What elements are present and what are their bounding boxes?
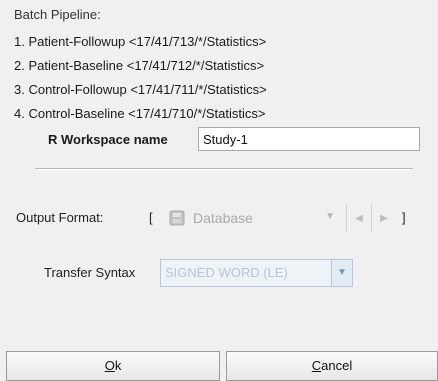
chevron-down-icon: ▼ (325, 211, 335, 222)
ok-mnemonic: O (104, 358, 115, 373)
ok-label-rest: k (114, 358, 122, 373)
transfer-syntax-select[interactable]: SIGNED WORD (LE) ▼ (160, 259, 353, 287)
pipeline-item: 1. Patient-Followup <17/41/713/*/Statist… (14, 34, 267, 49)
close-bracket: ] (402, 210, 406, 225)
chevron-down-icon[interactable]: ▼ (331, 260, 352, 286)
arrow-left-icon: ◀ (355, 212, 363, 224)
pipeline-item: 4. Control-Baseline <17/41/710/*/Statist… (14, 106, 266, 121)
cancel-mnemonic: C (311, 358, 322, 373)
transfer-syntax-value: SIGNED WORD (LE) (165, 265, 288, 280)
pipeline-item: 3. Control-Followup <17/41/711/*/Statist… (14, 82, 267, 97)
ok-button[interactable]: Ok (6, 351, 220, 381)
pipeline-item: 2. Patient-Baseline <17/41/712/*/Statist… (14, 58, 265, 73)
next-button[interactable]: ▶ (375, 213, 393, 224)
open-bracket: [ (149, 210, 153, 225)
output-format-value: Database (193, 210, 253, 226)
pipeline-title: Batch Pipeline: (14, 7, 101, 22)
divider (371, 204, 372, 232)
workspace-name-input[interactable] (198, 127, 420, 151)
workspace-name-label: R Workspace name (48, 132, 168, 147)
pipeline-list: 1. Patient-Followup <17/41/713/*/Statist… (14, 30, 267, 126)
previous-button[interactable]: ◀ (350, 213, 368, 224)
separator (35, 168, 413, 170)
arrow-right-icon: ▶ (380, 212, 388, 224)
divider (346, 204, 347, 232)
transfer-syntax-label: Transfer Syntax (44, 265, 136, 280)
output-format-label: Output Format: (16, 210, 104, 225)
output-format-select[interactable]: Database ▼ (163, 203, 341, 233)
batch-pipeline-dialog: Batch Pipeline: 1. Patient-Followup <17/… (0, 0, 438, 381)
navigation-group: ◀ ▶ (343, 203, 393, 233)
cancel-button[interactable]: Cancel (226, 351, 438, 381)
cancel-label-rest: ancel (321, 358, 353, 373)
database-icon (169, 210, 185, 226)
